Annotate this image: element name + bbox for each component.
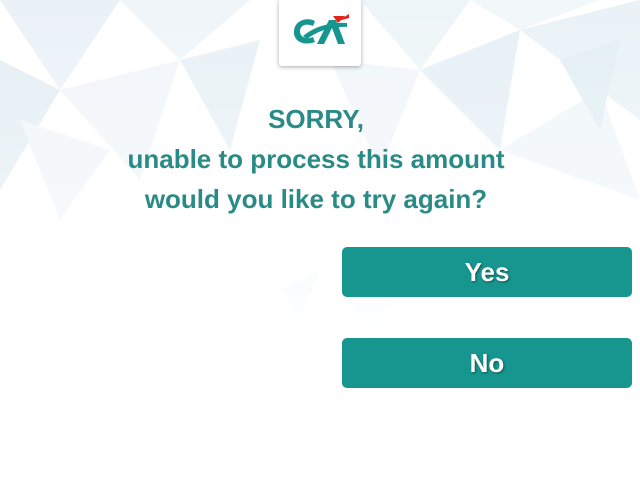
background-pattern	[0, 0, 640, 480]
atm-screen: SORRY, unable to process this amount wou…	[0, 0, 640, 480]
no-button-label: No	[469, 347, 505, 378]
error-message: SORRY, unable to process this amount wou…	[0, 99, 632, 219]
message-detail: unable to process this amount	[127, 144, 505, 174]
message-question: would you like to try again?	[144, 184, 488, 214]
message-title: SORRY,	[268, 104, 364, 134]
no-button[interactable]: No	[342, 338, 632, 388]
credit-agricole-logo-icon	[293, 14, 349, 44]
yes-button[interactable]: Yes	[342, 247, 632, 297]
logo-card	[279, 0, 361, 66]
yes-button-label: Yes	[464, 256, 510, 287]
